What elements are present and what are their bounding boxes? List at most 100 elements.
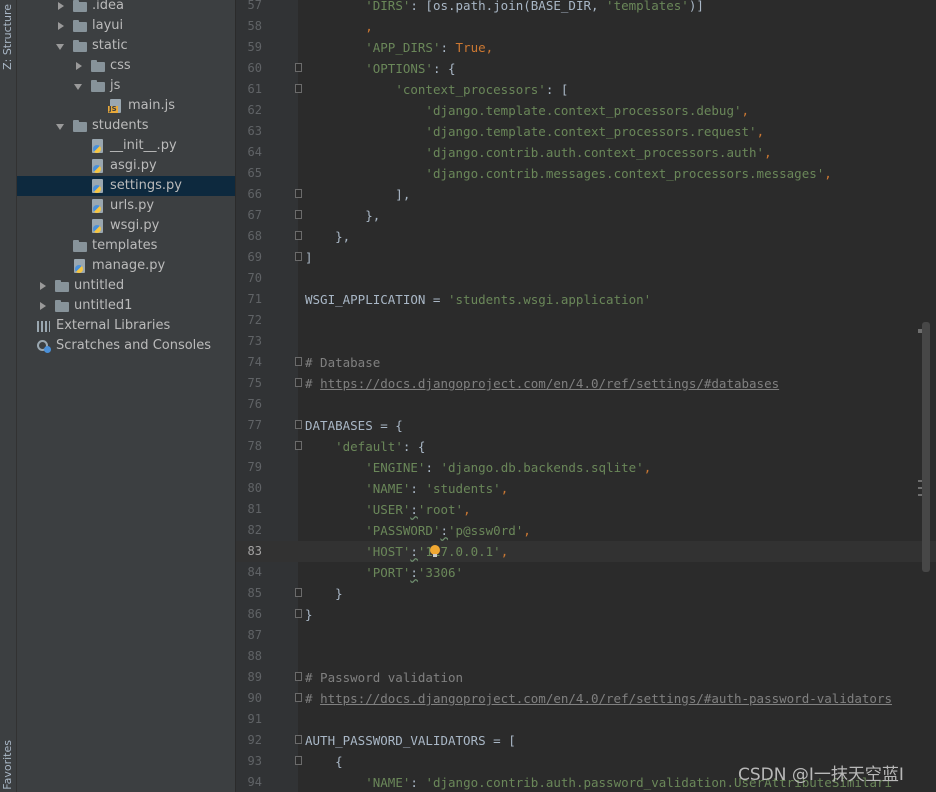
- code-line[interactable]: 84 'PORT':'3306': [236, 562, 936, 583]
- fold-marker-icon[interactable]: [295, 756, 302, 765]
- code-line[interactable]: 92 AUTH_PASSWORD_VALIDATORS = [: [236, 730, 936, 751]
- code-line[interactable]: 85 }: [236, 583, 936, 604]
- tree-item[interactable]: students: [17, 116, 235, 136]
- tree-item[interactable]: manage.py: [17, 256, 235, 276]
- code-line[interactable]: 86}: [236, 604, 936, 625]
- fold-marker-icon[interactable]: [295, 420, 302, 429]
- code-token: 'students.wsgi.application': [448, 292, 652, 307]
- code-line[interactable]: 63 'django.template.context_processors.r…: [236, 121, 936, 142]
- code-text: DATABASES = {: [305, 415, 403, 436]
- tree-item[interactable]: main.js: [17, 96, 235, 116]
- code-line[interactable]: 68 },: [236, 226, 936, 247]
- code-line[interactable]: 80 'NAME': 'students',: [236, 478, 936, 499]
- code-line[interactable]: 78 'default': {: [236, 436, 936, 457]
- code-text: # Password validation: [305, 667, 463, 688]
- fold-marker-icon[interactable]: [295, 672, 302, 681]
- line-number: 81: [247, 502, 262, 516]
- code-line[interactable]: 69]: [236, 247, 936, 268]
- collapsed-arrow-icon[interactable]: [56, 0, 66, 16]
- tree-item[interactable]: untitled: [17, 276, 235, 296]
- fold-marker-icon[interactable]: [295, 189, 302, 198]
- code-token: ],: [305, 187, 411, 202]
- code-text: AUTH_PASSWORD_VALIDATORS = [: [305, 730, 516, 751]
- code-editor[interactable]: 57 'DIRS': [os.path.join(BASE_DIR, 'temp…: [236, 0, 936, 792]
- fold-marker-icon[interactable]: [295, 84, 302, 93]
- tree-item[interactable]: js: [17, 76, 235, 96]
- code-line[interactable]: 76: [236, 394, 936, 415]
- tree-item[interactable]: untitled1: [17, 296, 235, 316]
- collapsed-arrow-icon[interactable]: [56, 16, 66, 36]
- fold-marker-icon[interactable]: [295, 378, 302, 387]
- code-text: },: [305, 205, 380, 226]
- code-line[interactable]: 91: [236, 709, 936, 730]
- fold-marker-icon[interactable]: [295, 441, 302, 450]
- code-line[interactable]: 75 # https://docs.djangoproject.com/en/4.…: [236, 373, 936, 394]
- intention-bulb-icon[interactable]: [430, 545, 440, 557]
- tree-item[interactable]: static: [17, 36, 235, 56]
- code-line[interactable]: 89 # Password validation: [236, 667, 936, 688]
- code-line[interactable]: 64 'django.contrib.auth.context_processo…: [236, 142, 936, 163]
- code-line[interactable]: 79 'ENGINE': 'django.db.backends.sqlite'…: [236, 457, 936, 478]
- code-line[interactable]: 77 DATABASES = {: [236, 415, 936, 436]
- tree-item[interactable]: .idea: [17, 0, 235, 16]
- tree-item[interactable]: External Libraries: [17, 316, 235, 336]
- expanded-arrow-icon[interactable]: [74, 76, 84, 96]
- vertical-scrollbar-thumb[interactable]: [922, 322, 930, 572]
- fold-marker-icon[interactable]: [295, 693, 302, 702]
- structure-tool-tab[interactable]: Z: Structure: [1, 4, 14, 70]
- tree-item[interactable]: Scratches and Consoles: [17, 336, 235, 356]
- code-line[interactable]: 81 'USER':'root',: [236, 499, 936, 520]
- code-token: :: [410, 502, 418, 517]
- python-file-icon: [90, 139, 106, 153]
- fold-marker-icon[interactable]: [295, 609, 302, 618]
- code-line[interactable]: 60 'OPTIONS': {: [236, 58, 936, 79]
- code-line[interactable]: 74 # Database: [236, 352, 936, 373]
- code-line[interactable]: 59 'APP_DIRS': True,: [236, 37, 936, 58]
- fold-marker-icon[interactable]: [295, 231, 302, 240]
- tree-item-label: untitled: [74, 278, 125, 293]
- code-token: },: [305, 229, 351, 244]
- favorites-tool-tab[interactable]: Favorites: [1, 740, 14, 790]
- code-line[interactable]: 90 # https://docs.djangoproject.com/en/4.…: [236, 688, 936, 709]
- tree-item[interactable]: urls.py: [17, 196, 235, 216]
- code-line[interactable]: 62 'django.template.context_processors.d…: [236, 100, 936, 121]
- code-line[interactable]: 82 'PASSWORD':'p@ssw0rd',: [236, 520, 936, 541]
- code-line[interactable]: 61 'context_processors': [: [236, 79, 936, 100]
- fold-marker-icon[interactable]: [295, 735, 302, 744]
- code-token: 'django.template.context_processors.debu…: [425, 103, 742, 118]
- collapsed-arrow-icon[interactable]: [38, 276, 48, 296]
- code-token: )]: [688, 0, 704, 13]
- code-line[interactable]: 70: [236, 268, 936, 289]
- fold-marker-icon[interactable]: [295, 357, 302, 366]
- tree-item[interactable]: templates: [17, 236, 235, 256]
- expanded-arrow-icon[interactable]: [56, 116, 66, 136]
- code-line[interactable]: 66 ],: [236, 184, 936, 205]
- code-line[interactable]: 87: [236, 625, 936, 646]
- collapsed-arrow-icon[interactable]: [38, 296, 48, 316]
- code-line[interactable]: 88: [236, 646, 936, 667]
- code-line[interactable]: 71 WSGI_APPLICATION = 'students.wsgi.appl…: [236, 289, 936, 310]
- fold-marker-icon[interactable]: [295, 588, 302, 597]
- fold-marker-icon[interactable]: [295, 210, 302, 219]
- code-line[interactable]: 83 'HOST':'127.0.0.1',: [236, 541, 936, 562]
- tree-item[interactable]: wsgi.py: [17, 216, 235, 236]
- collapsed-arrow-icon[interactable]: [74, 56, 84, 76]
- fold-marker-icon[interactable]: [295, 63, 302, 72]
- line-number: 65: [247, 166, 262, 180]
- code-line[interactable]: 67 },: [236, 205, 936, 226]
- code-line[interactable]: 58 ,: [236, 16, 936, 37]
- code-line[interactable]: 65 'django.contrib.messages.context_proc…: [236, 163, 936, 184]
- tree-item[interactable]: settings.py: [17, 176, 235, 196]
- fold-marker-icon[interactable]: [295, 252, 302, 261]
- code-token: 'NAME': [365, 775, 411, 790]
- code-line[interactable]: 72: [236, 310, 936, 331]
- tree-item[interactable]: __init__.py: [17, 136, 235, 156]
- tree-item[interactable]: layui: [17, 16, 235, 36]
- code-line[interactable]: 57 'DIRS': [os.path.join(BASE_DIR, 'temp…: [236, 0, 936, 16]
- expanded-arrow-icon[interactable]: [56, 36, 66, 56]
- tree-item[interactable]: asgi.py: [17, 156, 235, 176]
- tree-item[interactable]: css: [17, 56, 235, 76]
- code-line[interactable]: 73: [236, 331, 936, 352]
